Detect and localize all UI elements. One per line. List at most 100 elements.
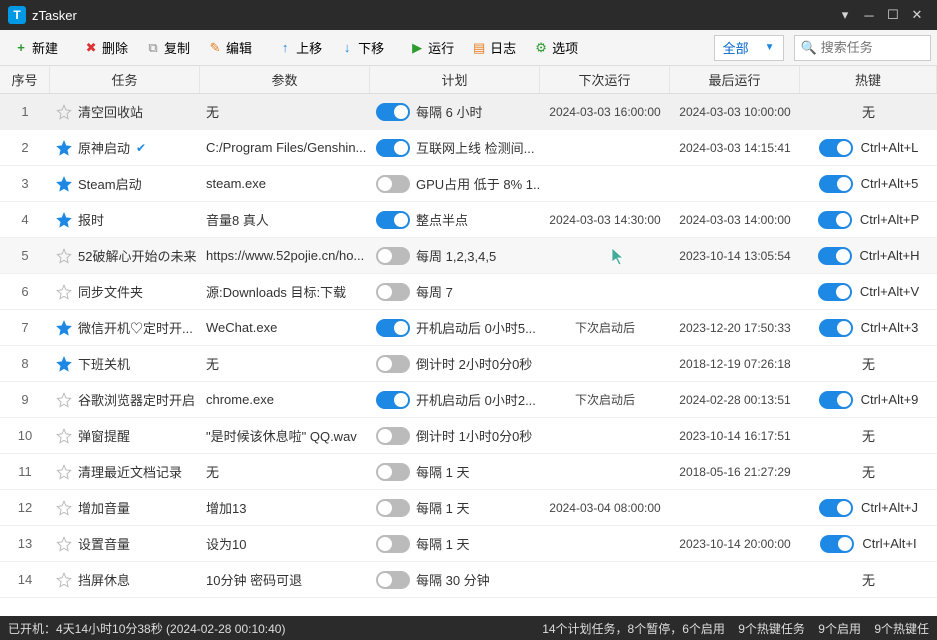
- plan-text: 每隔 30 分钟: [416, 570, 490, 589]
- moveup-button[interactable]: ↑上移: [270, 34, 330, 61]
- col-plan[interactable]: 计划: [370, 66, 540, 93]
- copy-button[interactable]: ⧉复制: [138, 34, 198, 61]
- star-icon[interactable]: [56, 500, 72, 516]
- minimize-button[interactable]: ─: [857, 3, 881, 27]
- star-icon[interactable]: [56, 536, 72, 552]
- task-name: 设置音量: [78, 534, 130, 553]
- app-logo: T: [8, 6, 26, 24]
- table-row[interactable]: 3 Steam启动 steam.exe GPU占用 低于 8% 1... Ctr…: [0, 166, 937, 202]
- star-icon[interactable]: [56, 320, 72, 336]
- plan-text: 每隔 6 小时: [416, 102, 482, 121]
- plan-toggle[interactable]: [376, 427, 410, 445]
- search-input[interactable]: [821, 40, 924, 55]
- cell-next: 2024-03-03 16:00:00: [540, 105, 670, 119]
- hotkey-toggle[interactable]: [819, 175, 853, 193]
- star-icon[interactable]: [56, 428, 72, 444]
- table-row[interactable]: 1 清空回收站 无 每隔 6 小时 2024-03-03 16:00:00 20…: [0, 94, 937, 130]
- new-button[interactable]: +新建: [6, 34, 66, 61]
- plan-toggle[interactable]: [376, 391, 410, 409]
- cell-plan: 每周 7: [370, 282, 540, 301]
- plan-toggle[interactable]: [376, 247, 410, 265]
- hotkey-toggle[interactable]: [819, 319, 853, 337]
- hotkey-toggle[interactable]: [820, 535, 854, 553]
- plan-toggle[interactable]: [376, 499, 410, 517]
- plan-toggle[interactable]: [376, 463, 410, 481]
- cell-idx: 1: [0, 104, 50, 119]
- col-last[interactable]: 最后运行: [670, 66, 800, 93]
- cell-task: 清理最近文档记录: [50, 462, 200, 481]
- plan-toggle[interactable]: [376, 175, 410, 193]
- plan-toggle[interactable]: [376, 211, 410, 229]
- table-row[interactable]: 14 挡屏休息 10分钟 密码可退 每隔 30 分钟 无: [0, 562, 937, 598]
- cell-param: WeChat.exe: [200, 320, 370, 335]
- table-row[interactable]: 9 谷歌浏览器定时开启 chrome.exe 开机启动后 0小时2... 下次启…: [0, 382, 937, 418]
- cell-hotkey: Ctrl+Alt+J: [800, 499, 937, 517]
- plan-toggle[interactable]: [376, 355, 410, 373]
- hotkey-toggle[interactable]: [818, 211, 852, 229]
- star-icon[interactable]: [56, 356, 72, 372]
- star-icon[interactable]: [56, 392, 72, 408]
- options-button[interactable]: ⚙选项: [526, 34, 586, 61]
- star-icon[interactable]: [56, 140, 72, 156]
- col-task[interactable]: 任务: [50, 66, 200, 93]
- table-row[interactable]: 10 弹窗提醒 "是时候该休息啦" QQ.wav 倒计时 1小时0分0秒 202…: [0, 418, 937, 454]
- hotkey-toggle[interactable]: [819, 391, 853, 409]
- hotkey-toggle[interactable]: [818, 283, 852, 301]
- edit-button[interactable]: ✎编辑: [200, 34, 260, 61]
- cell-plan: 整点半点: [370, 210, 540, 229]
- star-icon[interactable]: [56, 284, 72, 300]
- close-button[interactable]: ✕: [905, 3, 929, 27]
- app-title: zTasker: [32, 8, 833, 23]
- star-icon[interactable]: [56, 104, 72, 120]
- cell-task: Steam启动: [50, 174, 200, 193]
- star-icon[interactable]: [56, 464, 72, 480]
- hotkey-text: 无: [862, 354, 875, 373]
- hotkey-text: 无: [862, 426, 875, 445]
- plan-toggle[interactable]: [376, 139, 410, 157]
- table-row[interactable]: 11 清理最近文档记录 无 每隔 1 天 2018-05-16 21:27:29…: [0, 454, 937, 490]
- table-row[interactable]: 12 增加音量 增加13 每隔 1 天 2024-03-04 08:00:00 …: [0, 490, 937, 526]
- delete-button[interactable]: ✖删除: [76, 34, 136, 61]
- star-icon[interactable]: [56, 248, 72, 264]
- toolbar: +新建 ✖删除 ⧉复制 ✎编辑 ↑上移 ↓下移 ▶运行 ▤日志 ⚙选项 全部▼ …: [0, 30, 937, 66]
- star-icon[interactable]: [56, 212, 72, 228]
- plan-toggle[interactable]: [376, 571, 410, 589]
- table-row[interactable]: 6 同步文件夹 源:Downloads 目标:下载 每周 7 Ctrl+Alt+…: [0, 274, 937, 310]
- star-icon[interactable]: [56, 572, 72, 588]
- cell-idx: 8: [0, 356, 50, 371]
- dropdown-icon[interactable]: ▾: [833, 3, 857, 27]
- search-box[interactable]: 🔍: [794, 35, 931, 61]
- hotkey-toggle[interactable]: [818, 247, 852, 265]
- hotkey-toggle[interactable]: [819, 139, 853, 157]
- log-button[interactable]: ▤日志: [464, 34, 524, 61]
- hotkey-toggle[interactable]: [819, 499, 853, 517]
- plan-text: 每周 7: [416, 282, 453, 301]
- plan-text: 开机启动后 0小时5...: [416, 318, 536, 337]
- table-row[interactable]: 5 52破解心开始の未来 https://www.52pojie.cn/ho..…: [0, 238, 937, 274]
- task-name: 清空回收站: [78, 102, 143, 121]
- cell-idx: 6: [0, 284, 50, 299]
- cell-last: 2024-03-03 14:15:41: [670, 141, 800, 155]
- run-button[interactable]: ▶运行: [402, 34, 462, 61]
- table-row[interactable]: 7 微信开机♡定时开... WeChat.exe 开机启动后 0小时5... 下…: [0, 310, 937, 346]
- col-next[interactable]: 下次运行: [540, 66, 670, 93]
- maximize-button[interactable]: ☐: [881, 3, 905, 27]
- status-right: 14个计划任务，8个暂停，6个启用 9个热键任务 9个启用 9个热键任: [532, 620, 929, 637]
- filter-dropdown[interactable]: 全部▼: [714, 35, 784, 61]
- plan-toggle[interactable]: [376, 319, 410, 337]
- plan-toggle[interactable]: [376, 283, 410, 301]
- col-idx[interactable]: 序号: [0, 66, 50, 93]
- col-hotkey[interactable]: 热键: [800, 66, 937, 93]
- star-icon[interactable]: [56, 176, 72, 192]
- table-row[interactable]: 13 设置音量 设为10 每隔 1 天 2023-10-14 20:00:00 …: [0, 526, 937, 562]
- plan-toggle[interactable]: [376, 103, 410, 121]
- table-row[interactable]: 4 报时 音量8 真人 整点半点 2024-03-03 14:30:00 202…: [0, 202, 937, 238]
- cell-task: 弹窗提醒: [50, 426, 200, 445]
- movedown-button[interactable]: ↓下移: [332, 34, 392, 61]
- table-row[interactable]: 8 下班关机 无 倒计时 2小时0分0秒 2018-12-19 07:26:18…: [0, 346, 937, 382]
- plan-toggle[interactable]: [376, 535, 410, 553]
- table-row[interactable]: 2 原神启动 ✔ C:/Program Files/Genshin... 互联网…: [0, 130, 937, 166]
- cell-plan: 每隔 1 天: [370, 462, 540, 481]
- col-param[interactable]: 参数: [200, 66, 370, 93]
- plan-text: 开机启动后 0小时2...: [416, 390, 536, 409]
